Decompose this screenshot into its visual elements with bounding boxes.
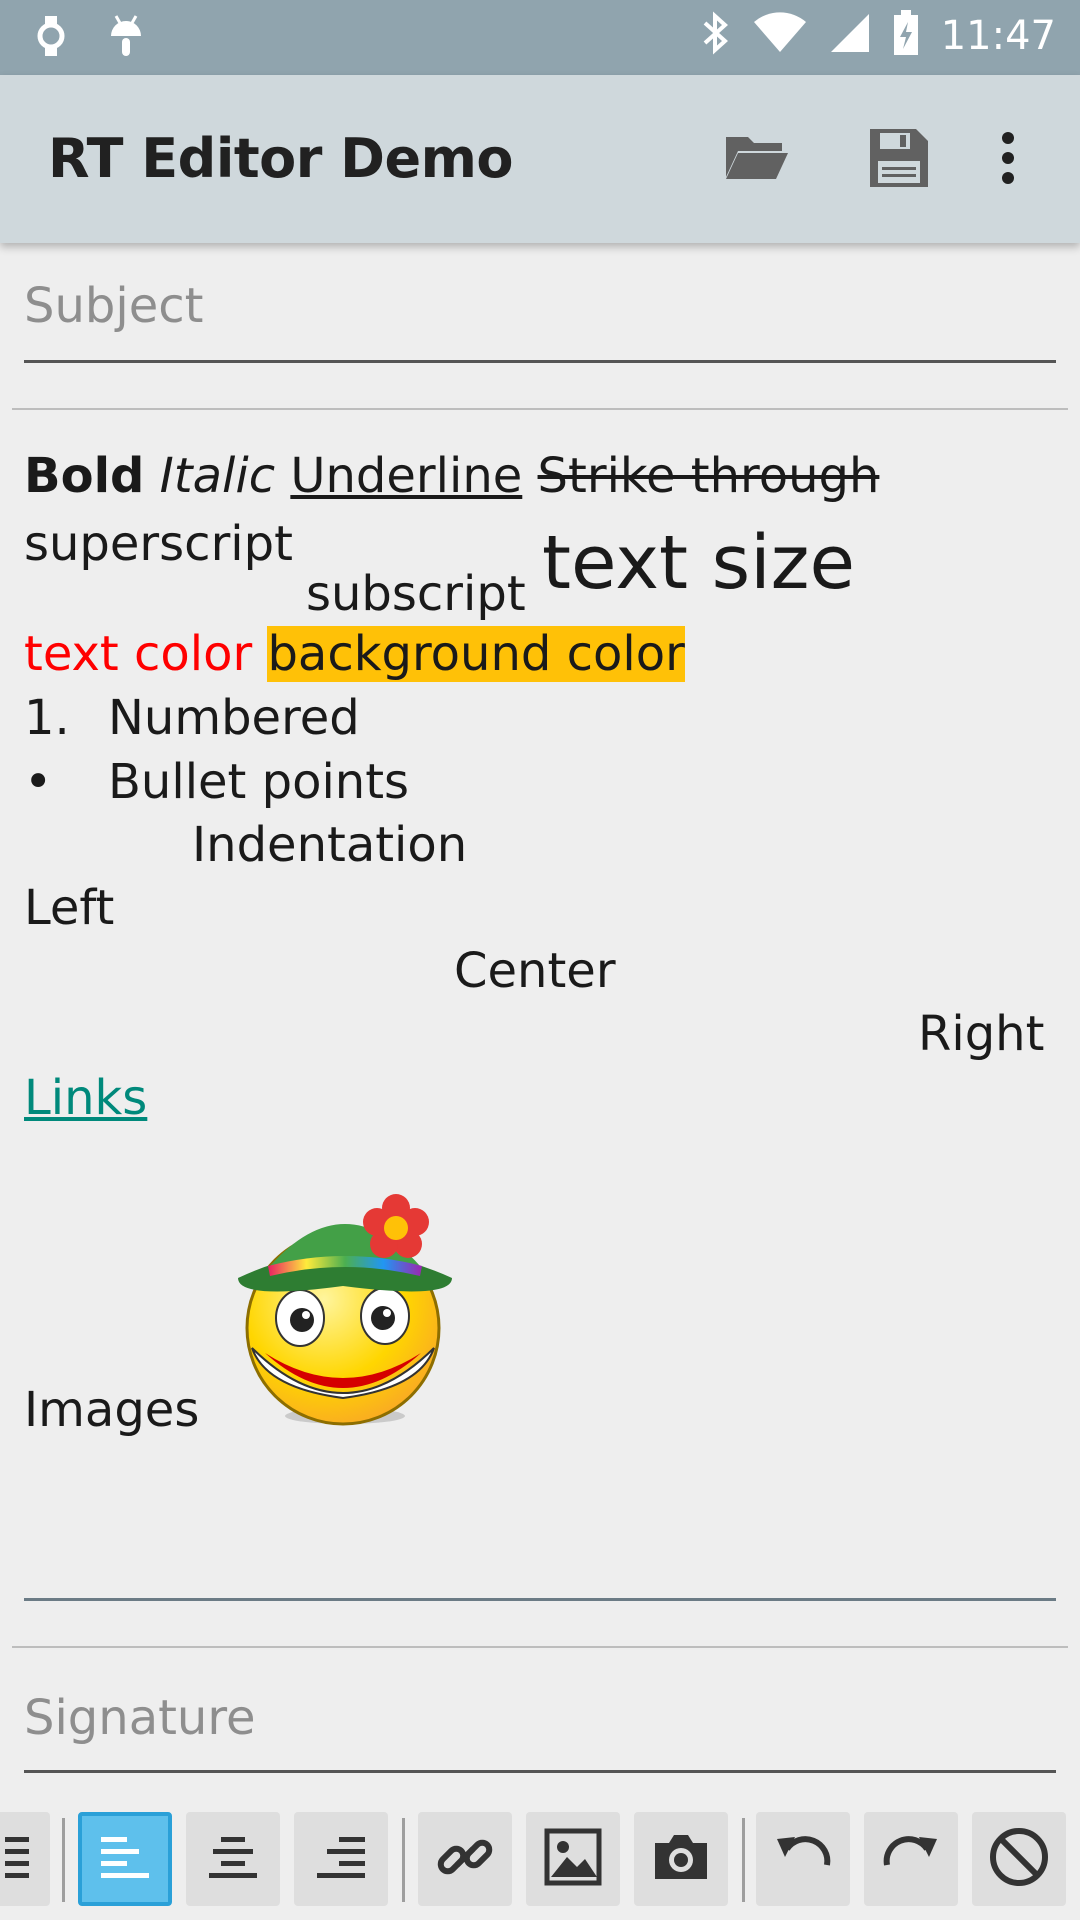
align-left-icon	[97, 1829, 153, 1890]
right-aligned-text: Right	[918, 1006, 1045, 1062]
link-icon	[435, 1827, 495, 1892]
numbered-item: Numbered	[108, 690, 360, 746]
more-vert-icon[interactable]	[998, 131, 1018, 190]
background-color-text: background color	[267, 626, 685, 682]
bullet-item: Bullet points	[108, 754, 410, 810]
align-center-icon	[205, 1829, 261, 1890]
link-button[interactable]	[418, 1812, 512, 1906]
clown-emoji-image	[230, 1188, 460, 1433]
format-line-1: Bold Italic Underline Strike through	[24, 448, 879, 504]
toolbar-separator	[62, 1818, 65, 1902]
android-icon	[108, 14, 144, 63]
editor-underline	[24, 1598, 1056, 1601]
bluetooth-icon	[701, 10, 731, 61]
numbered-marker: 1.	[24, 690, 70, 746]
wifi-icon	[753, 12, 807, 59]
signature-underline	[24, 1770, 1056, 1773]
bullet-list-icon	[0, 1829, 31, 1890]
formatting-toolbar	[0, 1810, 1080, 1908]
link-text[interactable]: Links	[24, 1070, 147, 1126]
signal-icon	[829, 12, 871, 59]
redo-icon	[881, 1827, 941, 1892]
align-center-button[interactable]	[186, 1812, 280, 1906]
subject-input[interactable]: Subject	[24, 278, 203, 334]
bullet-list-button[interactable]	[0, 1812, 50, 1906]
color-line: text color background color	[24, 626, 685, 682]
left-aligned-text: Left	[24, 880, 115, 936]
divider	[12, 1646, 1068, 1648]
signature-input[interactable]: Signature	[24, 1690, 256, 1746]
superscript-text: superscript	[24, 516, 293, 572]
align-right-icon	[313, 1829, 369, 1890]
watch-icon	[36, 14, 66, 63]
strike-text: Strike through	[537, 448, 880, 504]
insert-image-button[interactable]	[526, 1812, 620, 1906]
clear-format-icon	[988, 1826, 1050, 1893]
save-icon[interactable]	[868, 127, 930, 194]
toolbar-separator	[402, 1818, 405, 1902]
images-label: Images	[24, 1382, 200, 1438]
status-bar: 11:47	[0, 0, 1080, 75]
text-color-text: text color	[24, 626, 253, 682]
align-right-button[interactable]	[294, 1812, 388, 1906]
center-aligned-text: Center	[454, 943, 616, 999]
redo-button[interactable]	[864, 1812, 958, 1906]
battery-charging-icon	[893, 10, 919, 61]
text-size-text: text size	[542, 520, 856, 606]
undo-button[interactable]	[756, 1812, 850, 1906]
clear-format-button[interactable]	[972, 1812, 1066, 1906]
align-left-button[interactable]	[78, 1812, 172, 1906]
clock: 11:47	[940, 12, 1056, 59]
undo-icon	[773, 1827, 833, 1892]
divider	[12, 408, 1068, 410]
bullet-marker: •	[24, 754, 53, 810]
app-title: RT Editor Demo	[48, 127, 514, 190]
indentation-text: Indentation	[192, 817, 468, 873]
italic-text: Italic	[159, 448, 276, 504]
camera-button[interactable]	[634, 1812, 728, 1906]
folder-open-icon[interactable]	[724, 131, 790, 188]
bold-text: Bold	[24, 448, 145, 504]
camera-icon	[651, 1827, 711, 1892]
app-bar: RT Editor Demo	[0, 75, 1080, 243]
toolbar-separator	[742, 1818, 745, 1902]
subscript-text: subscript	[306, 566, 526, 622]
subject-underline	[24, 360, 1056, 363]
image-icon	[543, 1827, 603, 1892]
underline-text: Underline	[290, 448, 523, 504]
